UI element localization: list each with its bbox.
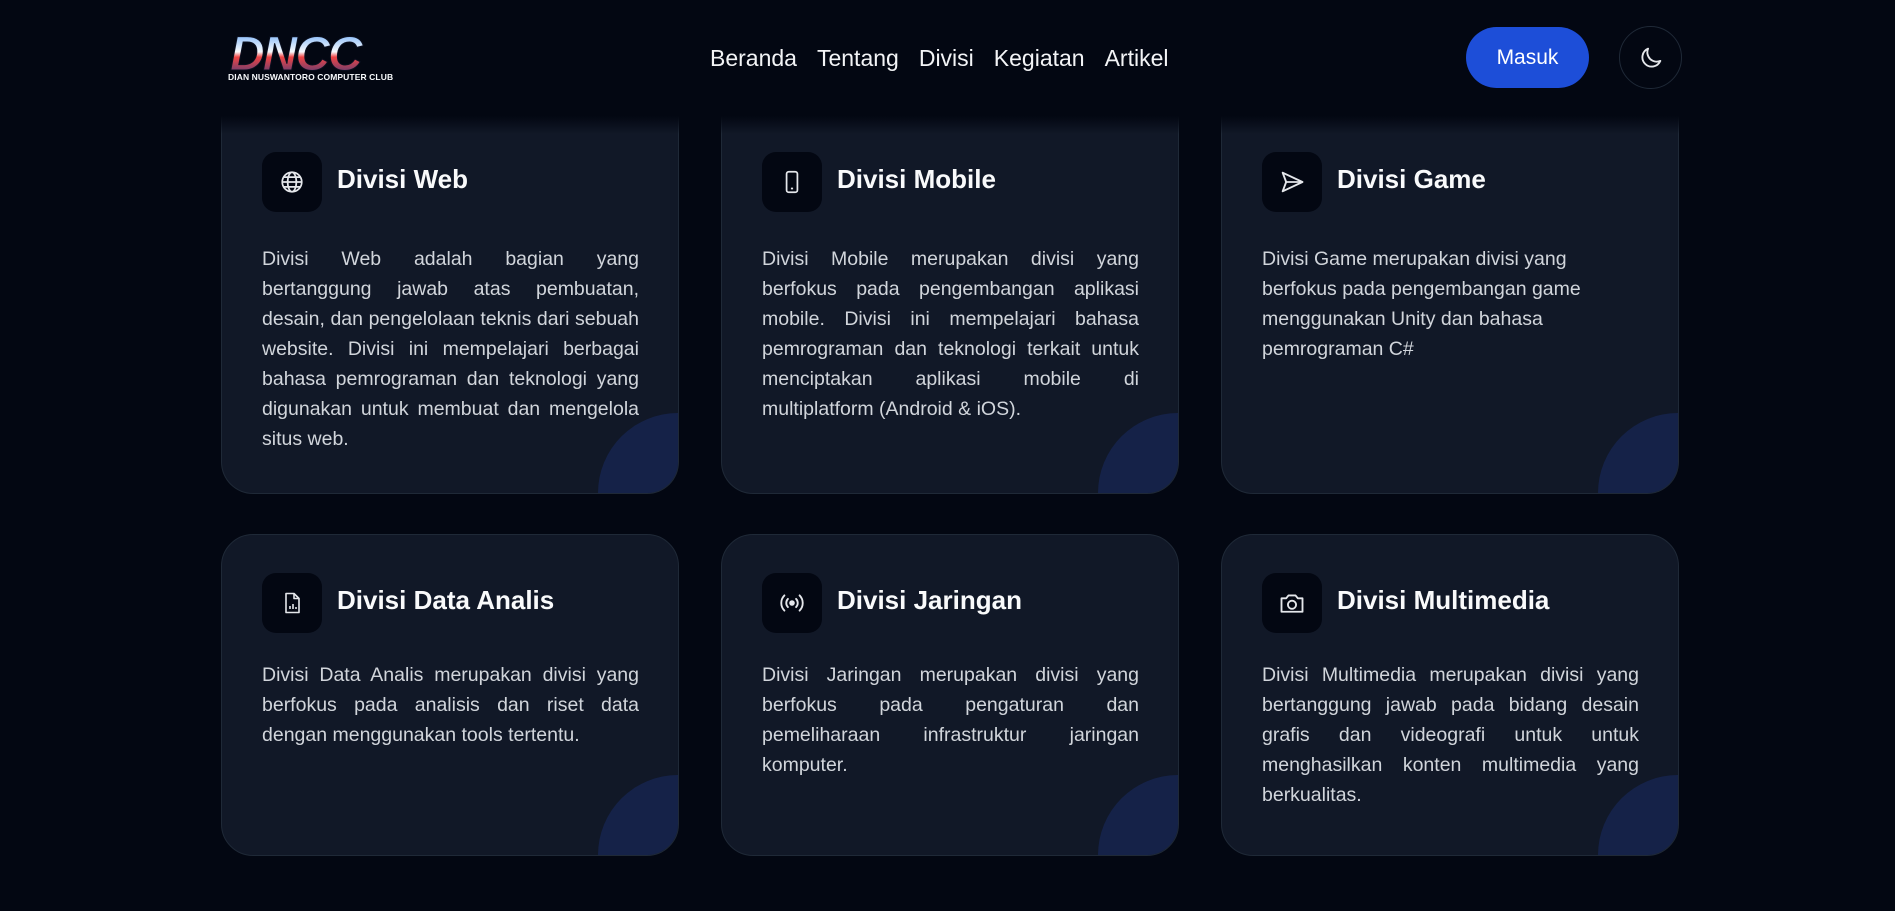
card-decoration — [1098, 413, 1178, 493]
card-description: Divisi Mobile merupakan divisi yang berf… — [762, 248, 1139, 420]
card-icon-box — [1262, 573, 1322, 633]
file-chart-icon — [285, 592, 300, 614]
card-decoration — [1098, 775, 1178, 855]
card-title: Divisi Game — [1337, 164, 1486, 194]
card-icon-box — [762, 573, 822, 633]
division-card-game: Divisi Game Divisi Game merupakan divisi… — [1221, 112, 1679, 494]
nav-kegiatan[interactable]: Kegiatan — [984, 38, 1095, 78]
card-description: Divisi Game merupakan divisi yang berfok… — [1262, 248, 1581, 360]
navbar: DNCC DIAN NUSWANTORO COMPUTER CLUB Beran… — [0, 0, 1895, 134]
card-icon-box — [762, 152, 822, 212]
smartphone-icon — [785, 170, 799, 194]
theme-toggle-button[interactable] — [1619, 26, 1682, 89]
broadcast-icon — [780, 594, 804, 612]
division-card-jaringan: Divisi Jaringan Divisi Jaringan merupaka… — [721, 534, 1179, 856]
moon-icon — [1641, 47, 1661, 67]
division-card-web: Divisi Web Divisi Web adalah bagian yang… — [221, 112, 679, 494]
card-description: Divisi Multimedia merupakan divisi yang … — [1262, 664, 1639, 806]
card-description: Divisi Jaringan merupakan divisi yang be… — [762, 664, 1139, 776]
nav-tentang[interactable]: Tentang — [807, 38, 909, 78]
card-icon-box — [262, 573, 322, 633]
send-icon — [1281, 171, 1304, 193]
card-title: Divisi Jaringan — [837, 585, 1022, 615]
division-card-data-analis: Divisi Data Analis Divisi Data Analis me… — [221, 534, 679, 856]
division-card-mobile: Divisi Mobile Divisi Mobile merupakan di… — [721, 112, 1179, 494]
card-decoration — [1598, 413, 1678, 493]
globe-icon — [281, 171, 303, 193]
card-icon-box — [1262, 152, 1322, 212]
card-title: Divisi Data Analis — [337, 585, 555, 615]
login-button[interactable]: Masuk — [1466, 27, 1589, 88]
camera-icon — [1280, 594, 1304, 613]
division-card-multimedia: Divisi Multimedia Divisi Multimedia meru… — [1221, 534, 1679, 856]
card-title: Divisi Multimedia — [1337, 585, 1550, 615]
svg-text:DNCC: DNCC — [230, 28, 364, 76]
logo-subtitle: DIAN NUSWANTORO COMPUTER CLUB — [228, 72, 394, 82]
dncc-logo-mark: DNCC — [230, 28, 367, 76]
nav-beranda[interactable]: Beranda — [700, 38, 807, 78]
nav-artikel[interactable]: Artikel — [1095, 38, 1179, 78]
card-decoration — [598, 775, 678, 855]
card-icon-box — [262, 152, 322, 212]
card-title: Divisi Mobile — [837, 164, 996, 194]
nav-divisi[interactable]: Divisi — [909, 38, 984, 78]
dncc-logo[interactable]: DNCC DIAN NUSWANTORO COMPUTER CLUB — [226, 28, 404, 88]
card-description: Divisi Web adalah bagian yang bertanggun… — [262, 248, 639, 450]
card-description: Divisi Data Analis merupakan divisi yang… — [262, 664, 639, 746]
main-nav: Beranda Tentang Divisi Kegiatan Artikel — [700, 38, 1179, 78]
card-title: Divisi Web — [337, 164, 469, 194]
